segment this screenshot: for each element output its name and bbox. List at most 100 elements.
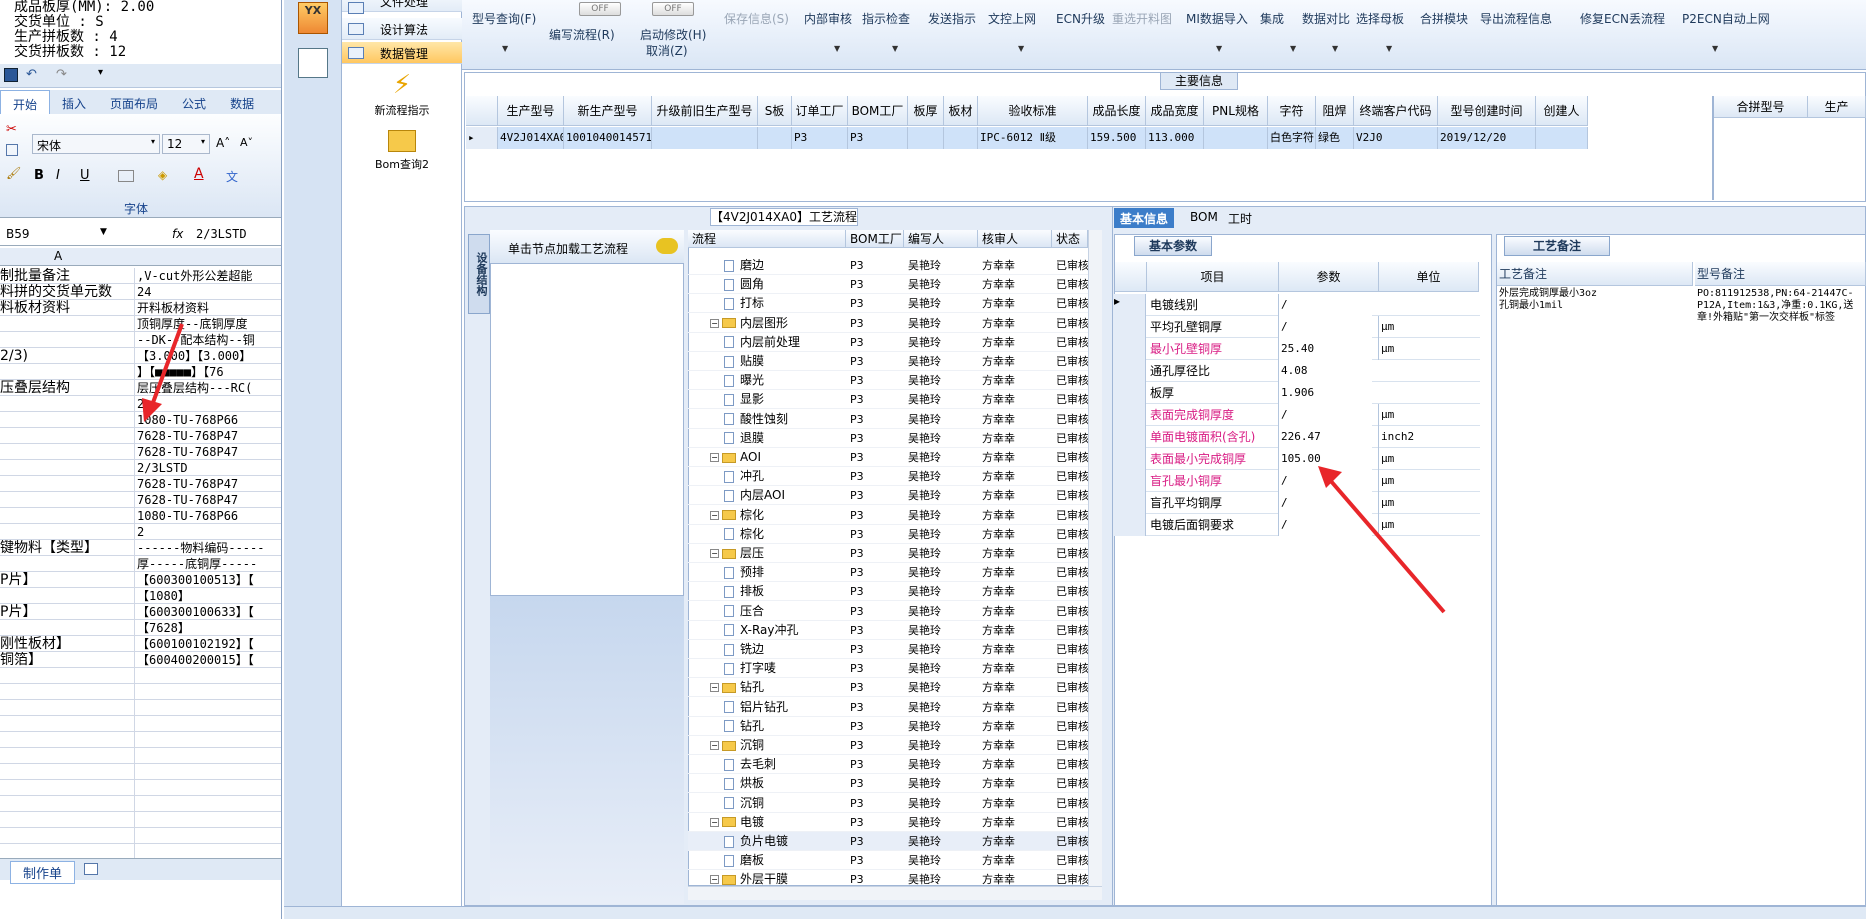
main-cell[interactable]: P3 xyxy=(792,127,848,149)
sheet-tab-active[interactable]: 制作单 xyxy=(10,861,76,884)
tree-row[interactable]: 曝光 P3 吴艳玲 方幸幸 已审核 xyxy=(688,371,1089,391)
redo-icon[interactable]: ↷ xyxy=(56,67,67,82)
cell-a[interactable]: 料拼的交货单元数 xyxy=(0,284,132,299)
tree-node[interactable]: − 钻孔 xyxy=(710,678,764,697)
param-row[interactable]: 通孔厚径比 4.08 xyxy=(1114,360,1480,382)
tree-row[interactable]: − 电镀 P3 吴艳玲 方幸幸 已审核 xyxy=(688,813,1089,832)
tree-node[interactable]: 预排 xyxy=(724,563,764,582)
tree-row[interactable]: 去毛刺 P3 吴艳玲 方幸幸 已审核 xyxy=(688,755,1089,775)
main-cell[interactable]: IPC-6012 Ⅱ级 xyxy=(978,127,1088,149)
param-row[interactable]: 表面最小完成铜厚 105.00 μm xyxy=(1114,448,1480,470)
main-col-header[interactable]: 终端客户代码 xyxy=(1354,96,1438,126)
excel-row-empty[interactable] xyxy=(0,780,281,796)
main-col-header[interactable]: 阻焊 xyxy=(1316,96,1354,126)
structure-side-tab[interactable]: 设备结构 xyxy=(468,234,490,314)
param-row[interactable]: 板厚 1.906 xyxy=(1114,382,1480,404)
excel-row-empty[interactable] xyxy=(0,748,281,764)
phonetic-icon[interactable]: 文 xyxy=(226,168,238,185)
cell-a[interactable]: 压叠层结构 xyxy=(0,380,132,395)
tree-row[interactable]: − 钻孔 P3 吴艳玲 方幸幸 已审核 xyxy=(688,678,1089,698)
cell-b[interactable]: 24 xyxy=(134,284,281,299)
param-value[interactable]: / xyxy=(1278,514,1372,536)
font-size-select[interactable]: 12 ▾ xyxy=(162,134,210,154)
tree-node[interactable]: − 电镀 xyxy=(710,813,764,832)
load-hint-header[interactable]: 单击节点加载工艺流程 xyxy=(490,230,684,264)
main-cell[interactable] xyxy=(1204,127,1268,149)
tree-node[interactable]: 打字唛 xyxy=(724,659,776,678)
main-col-header[interactable]: S板 xyxy=(758,96,792,126)
cell-b[interactable] xyxy=(134,668,281,683)
cell-b[interactable]: 7628-TU-768P47 xyxy=(134,476,281,491)
cell-b[interactable] xyxy=(134,700,281,715)
side-col-header[interactable]: 生产 xyxy=(1808,96,1866,118)
toolbar-button-15[interactable]: 导出流程信息 xyxy=(1480,0,1570,68)
tree-node[interactable]: 铝片钻孔 xyxy=(724,698,788,717)
collapse-icon[interactable]: − xyxy=(710,549,719,558)
main-cell[interactable] xyxy=(1536,127,1588,149)
shrink-font-icon[interactable]: A˅ xyxy=(240,136,253,149)
tree-row[interactable]: 磨板 P3 吴艳玲 方幸幸 已审核 xyxy=(688,851,1089,871)
tree-row[interactable]: 内层AOI P3 吴艳玲 方幸幸 已审核 xyxy=(688,486,1089,506)
cell-b[interactable] xyxy=(134,716,281,731)
tree-row[interactable]: 圆角 P3 吴艳玲 方幸幸 已审核 xyxy=(688,275,1089,295)
main-col-header[interactable]: 创建人 xyxy=(1536,96,1588,126)
cell-b[interactable]: 【600300100513】【 xyxy=(134,572,281,587)
tree-node[interactable]: 排板 xyxy=(724,582,764,601)
toolbar-button-17[interactable]: P2ECN自动上网 ▼ xyxy=(1682,0,1772,68)
param-value[interactable]: / xyxy=(1278,316,1372,338)
param-value[interactable]: / xyxy=(1278,404,1372,426)
collapse-icon[interactable]: − xyxy=(710,683,719,693)
cell-b[interactable] xyxy=(134,828,281,843)
cell-b[interactable] xyxy=(134,684,281,699)
name-box-dropdown-icon[interactable]: ▼ xyxy=(100,227,107,237)
tree-col-header[interactable]: 编写人 xyxy=(904,230,978,248)
main-cell[interactable]: 10010400145718 xyxy=(564,127,652,149)
font-color-icon[interactable]: A xyxy=(194,166,204,182)
ribbon-tab-insert[interactable]: 插入 xyxy=(50,90,98,114)
cell-b[interactable] xyxy=(134,796,281,811)
tree-row[interactable]: 铝片钻孔 P3 吴艳玲 方幸幸 已审核 xyxy=(688,698,1089,717)
tree-row[interactable]: 打标 P3 吴艳玲 方幸幸 已审核 xyxy=(688,294,1089,314)
cell-b[interactable]: 【7628】 xyxy=(134,620,281,635)
collapse-icon[interactable]: − xyxy=(710,318,719,328)
italic-icon[interactable]: I xyxy=(56,168,60,183)
tree-row[interactable]: 钻孔 P3 吴艳玲 方幸幸 已审核 xyxy=(688,717,1089,736)
main-col-header[interactable]: 成品长度 xyxy=(1088,96,1146,126)
main-cell[interactable]: 113.000 xyxy=(1146,127,1204,149)
main-cell[interactable] xyxy=(758,127,792,149)
cell-a[interactable]: 料板材资料 xyxy=(0,300,132,315)
tree-node[interactable]: X-Ray冲孔 xyxy=(724,621,798,640)
tree-node[interactable]: − AOI xyxy=(710,448,761,467)
tree-row[interactable]: 预排 P3 吴艳玲 方幸幸 已审核 xyxy=(688,563,1089,583)
collapse-icon[interactable]: − xyxy=(710,741,719,750)
params-col-value[interactable]: 参数 xyxy=(1279,262,1379,292)
tree-node[interactable]: 铣边 xyxy=(724,640,764,659)
new-process-tool[interactable]: ⚡ 新流程指示 xyxy=(342,68,462,120)
new-sheet-icon[interactable] xyxy=(84,863,98,875)
fx-icon[interactable]: fx xyxy=(172,227,183,241)
excel-row-empty[interactable] xyxy=(0,812,281,828)
tab-work-hours[interactable]: 工时 xyxy=(1222,208,1258,228)
tree-col-header[interactable]: 流程 xyxy=(688,230,846,248)
cell-b[interactable]: 2/3LSTD xyxy=(134,460,281,475)
main-cell[interactable]: V2J0 xyxy=(1354,127,1438,149)
calculator-icon[interactable] xyxy=(298,48,328,78)
tree-node[interactable]: 退膜 xyxy=(724,429,764,448)
cell-b[interactable] xyxy=(134,764,281,779)
cell-b[interactable]: 顶铜厚度--底铜厚度 xyxy=(134,316,281,331)
tree-row[interactable]: 打字唛 P3 吴艳玲 方幸幸 已审核 xyxy=(688,659,1089,679)
cell-a[interactable]: 制批量备注 xyxy=(0,268,132,283)
bom-query-tool[interactable]: Bom查询2 xyxy=(342,126,462,178)
excel-row-empty[interactable] xyxy=(0,716,281,732)
copy-icon[interactable] xyxy=(6,144,18,156)
cell-b[interactable]: 7628-TU-768P47 xyxy=(134,428,281,443)
fill-color-icon[interactable]: ◈ xyxy=(158,168,167,182)
tree-node[interactable]: 内层AOI xyxy=(724,486,785,505)
tree-row[interactable]: 负片电镀 P3 吴艳玲 方幸幸 已审核 xyxy=(688,832,1089,851)
nav-item-file[interactable]: 文件处理 xyxy=(342,0,462,14)
tree-node[interactable]: 沉铜 xyxy=(724,794,764,813)
main-col-header[interactable]: 订单工厂 xyxy=(792,96,848,126)
border-icon[interactable] xyxy=(118,170,134,182)
remarks-col-process[interactable]: 工艺备注 xyxy=(1497,262,1693,286)
cell-b[interactable]: 7628-TU-768P47 xyxy=(134,492,281,507)
